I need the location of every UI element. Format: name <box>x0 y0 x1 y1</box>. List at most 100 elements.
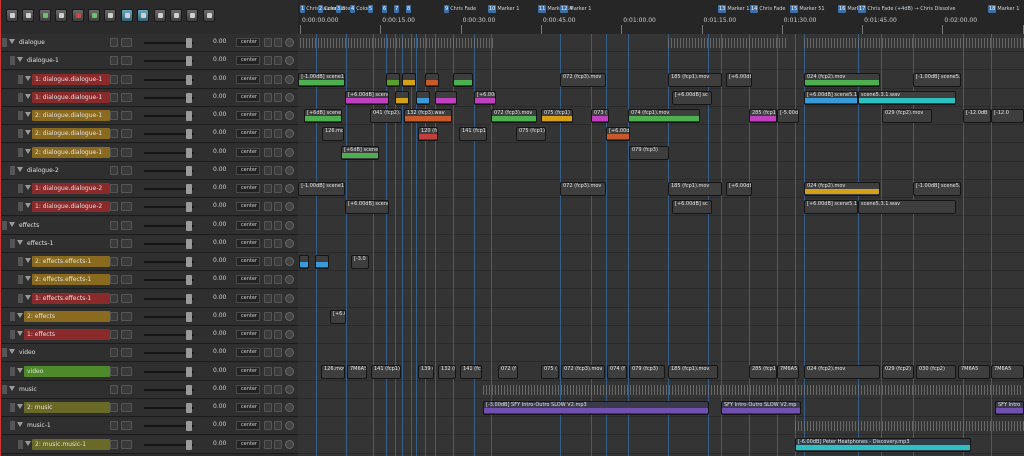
fader-knob[interactable] <box>186 111 192 122</box>
fader-knob[interactable] <box>186 348 192 359</box>
marker-6[interactable]: 6 <box>382 5 388 13</box>
media-item[interactable]: scene5.3.1.wav <box>858 90 956 105</box>
track-name[interactable]: 2: dialogue.dialogue-1 <box>32 146 110 158</box>
media-item[interactable]: 7M6A5 <box>347 364 367 379</box>
track-name[interactable]: 1: effects <box>24 329 110 341</box>
media-item[interactable]: 072 (f <box>498 364 518 379</box>
io-routing-button[interactable] <box>121 38 132 47</box>
solo-button[interactable] <box>274 184 282 194</box>
pan-control[interactable]: center <box>236 421 260 431</box>
solo-button[interactable] <box>274 348 282 358</box>
media-item[interactable]: 139 ( <box>418 364 434 379</box>
mute-button[interactable] <box>264 421 272 431</box>
fader-knob[interactable] <box>186 311 192 322</box>
io-routing-button[interactable] <box>121 403 132 413</box>
marker-13[interactable]: 13 Marker 13 <box>718 5 753 13</box>
mute-button[interactable] <box>264 56 272 66</box>
media-item[interactable]: 030 (fcp2) <box>916 364 956 379</box>
marker-10[interactable]: 10 Marker 1 <box>488 5 519 13</box>
media-item[interactable] <box>416 90 430 105</box>
media-item[interactable]: 7M6A5 <box>991 364 1024 379</box>
io-routing-button[interactable] <box>121 165 132 175</box>
record-arm-button[interactable] <box>110 202 118 212</box>
save-project-icon[interactable] <box>38 9 51 22</box>
media-item[interactable]: 072 (fcp3).mov <box>560 72 606 87</box>
solo-button[interactable] <box>274 421 282 431</box>
media-item[interactable]: 132 (f <box>438 364 456 379</box>
pan-control[interactable]: center <box>236 403 260 413</box>
fx-button[interactable] <box>285 257 294 267</box>
track-name[interactable]: 1: dialogue.dialogue-2 <box>32 201 110 213</box>
track-name[interactable]: effects <box>16 220 110 231</box>
arrange-view[interactable]: [-1.00dB] scene1 072 (fcp3).mov 185 (fcp1)… <box>298 34 1024 456</box>
solo-button[interactable] <box>274 330 282 340</box>
media-item[interactable]: SFY Intro <box>995 401 1024 416</box>
pan-control[interactable]: center <box>236 330 260 340</box>
fx-button[interactable] <box>285 220 294 230</box>
fader-knob[interactable] <box>186 238 192 249</box>
track-name[interactable]: music-1 <box>24 420 110 431</box>
media-item[interactable]: [-12.0dB <box>963 109 991 124</box>
record-arm-button[interactable] <box>110 238 118 248</box>
pan-control[interactable]: center <box>236 129 260 139</box>
redo-icon[interactable] <box>88 9 100 22</box>
mute-button[interactable] <box>264 165 272 175</box>
mute-button[interactable] <box>264 311 272 321</box>
media-item[interactable]: 126.mov <box>321 364 345 379</box>
track-header[interactable]: 2: dialogue.dialogue-1 0.00 center <box>0 125 298 144</box>
grid-icon[interactable] <box>170 9 182 22</box>
record-arm-button[interactable] <box>110 439 118 449</box>
media-item[interactable]: [+6.00d <box>606 127 630 142</box>
media-item[interactable]: [-5.00dB <box>777 109 799 124</box>
mute-button[interactable] <box>264 111 272 121</box>
fx-button[interactable] <box>285 202 294 212</box>
media-item[interactable]: 126.mov <box>322 127 344 142</box>
media-item[interactable]: 024 (fcp2).mov <box>804 364 880 379</box>
io-routing-button[interactable] <box>121 257 132 267</box>
fader-knob[interactable] <box>186 56 192 67</box>
media-item[interactable] <box>453 72 473 87</box>
media-item[interactable] <box>315 255 329 270</box>
media-item[interactable] <box>425 72 439 87</box>
io-routing-button[interactable] <box>121 384 132 394</box>
pan-control[interactable]: center <box>236 275 260 285</box>
record-arm-button[interactable] <box>110 311 118 321</box>
fader-knob[interactable] <box>186 421 192 432</box>
io-routing-button[interactable] <box>121 202 132 212</box>
track-name[interactable]: 1: effects.effects-1 <box>32 292 110 304</box>
pan-control[interactable]: center <box>236 220 260 230</box>
record-arm-button[interactable] <box>110 74 118 84</box>
fader-knob[interactable] <box>186 202 192 213</box>
fx-button[interactable] <box>285 330 294 340</box>
track-header[interactable]: 1: dialogue.dialogue-1 0.00 center <box>0 88 298 107</box>
media-item[interactable]: [-12.0 <box>991 109 1024 124</box>
track-name[interactable]: dialogue <box>16 37 110 48</box>
fader-knob[interactable] <box>186 330 192 341</box>
pan-control[interactable]: center <box>236 74 260 84</box>
track-header[interactable]: video 0.00 center <box>0 362 298 381</box>
media-item[interactable]: 024 (fcp2).mov <box>804 182 880 197</box>
pan-control[interactable]: center <box>236 38 260 47</box>
io-routing-button[interactable] <box>121 74 132 84</box>
solo-button[interactable] <box>274 275 282 285</box>
media-item[interactable]: [-1.00dB] scene5.1 <box>913 72 961 87</box>
media-item[interactable]: 7M6A5 <box>777 364 799 379</box>
fader-knob[interactable] <box>186 366 192 377</box>
fx-button[interactable] <box>285 38 294 47</box>
track-name[interactable]: video <box>16 347 110 358</box>
media-item[interactable]: 141 (fcp1) <box>371 364 401 379</box>
io-routing-button[interactable] <box>121 330 132 340</box>
mute-button[interactable] <box>264 293 272 303</box>
fx-button[interactable] <box>285 165 294 175</box>
pan-control[interactable]: center <box>236 165 260 175</box>
media-item[interactable]: [+6.00dB] scene5.1.1 <box>804 90 858 105</box>
media-item[interactable]: 132 (fcp3).wav <box>404 109 452 124</box>
track-name[interactable]: 2: effects.effects-1 <box>32 274 110 286</box>
media-item[interactable]: [+6.00dB] scene5.1.1 <box>804 200 858 215</box>
fx-button[interactable] <box>285 111 294 121</box>
media-item[interactable]: [-1.00dB] scene1 <box>298 72 346 87</box>
media-item[interactable]: 075 ( <box>541 364 559 379</box>
track-header[interactable]: dialogue-1 0.00 center <box>0 52 298 71</box>
fx-button[interactable] <box>285 311 294 321</box>
track-name[interactable]: 2: music.music-1 <box>32 438 110 450</box>
